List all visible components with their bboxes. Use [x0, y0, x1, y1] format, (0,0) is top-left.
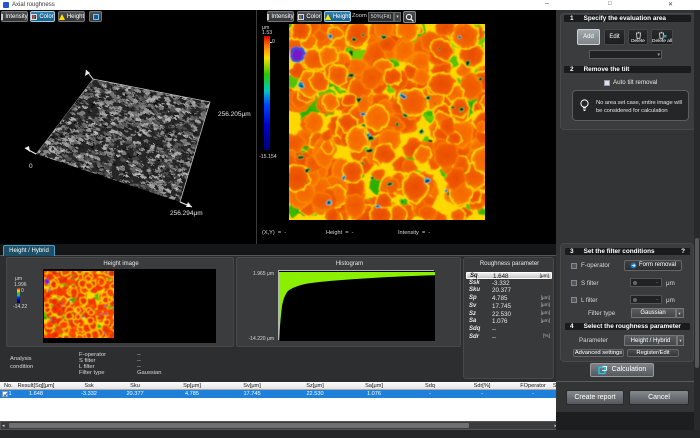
- svg-text:0: 0: [29, 163, 33, 170]
- svg-text:256.294μm: 256.294μm: [170, 210, 203, 217]
- svg-text:256.205μm: 256.205μm: [218, 111, 251, 118]
